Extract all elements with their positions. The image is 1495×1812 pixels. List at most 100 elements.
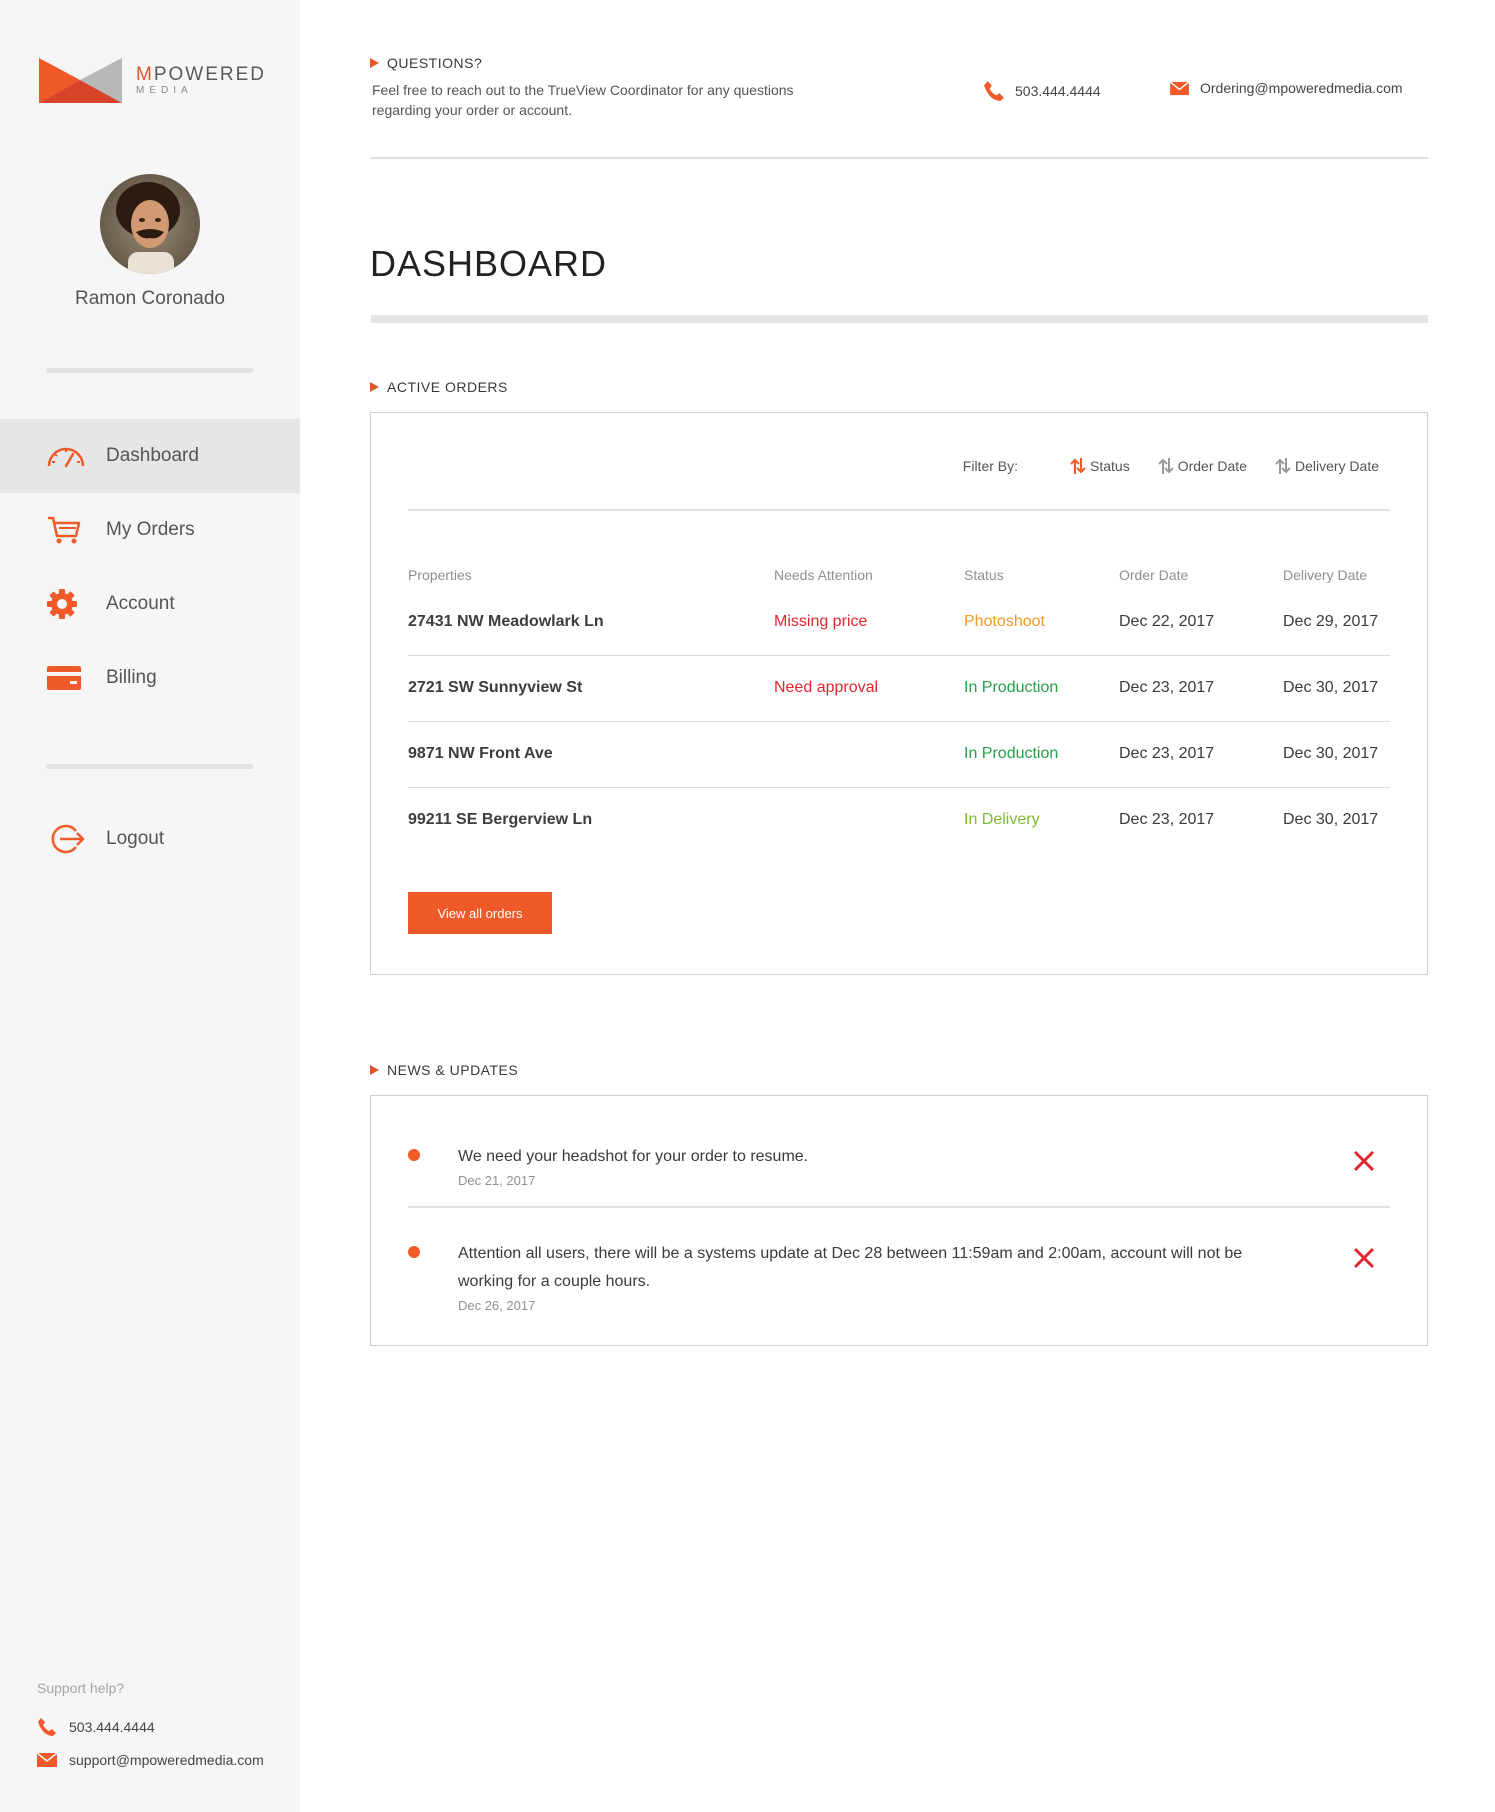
speedometer-icon — [46, 440, 86, 472]
news-text: Attention all users, there will be a sys… — [458, 1245, 1243, 1290]
cell-needs-attention[interactable]: Missing price — [774, 589, 964, 656]
page-title: DASHBOARD — [370, 243, 608, 284]
sidebar-item-label: My Orders — [106, 519, 195, 540]
filter-delivery-date[interactable]: Delivery Date — [1275, 457, 1379, 475]
table-row[interactable]: 99211 SE Bergerview Ln In Delivery Dec 2… — [408, 787, 1390, 853]
title-underline — [371, 315, 1428, 323]
view-all-orders-button[interactable]: View all orders — [408, 892, 552, 934]
triangle-bullet-icon — [370, 1065, 379, 1075]
filter-order-date[interactable]: Order Date — [1158, 457, 1247, 475]
sidebar-item-dashboard[interactable]: Dashboard — [0, 419, 300, 493]
sidebar: MPOWERED MEDIA Ramon Coronado Dashboard … — [0, 0, 300, 1812]
cell-delivery-date: Dec 29, 2017 — [1283, 589, 1390, 656]
filter-divider — [408, 509, 1390, 511]
table-row[interactable]: 9871 NW Front Ave In Production Dec 23, … — [408, 721, 1390, 788]
cell-order-date: Dec 22, 2017 — [1119, 589, 1283, 656]
cell-order-date: Dec 23, 2017 — [1119, 721, 1283, 788]
column-header-delivery-date[interactable]: Delivery Date — [1283, 553, 1390, 589]
sidebar-item-label: Billing — [106, 667, 157, 688]
cell-property[interactable]: 2721 SW Sunnyview St — [408, 655, 774, 722]
cart-icon — [46, 514, 86, 546]
news-card: We need your headshot for your order to … — [370, 1095, 1428, 1346]
table-row[interactable]: 2721 SW Sunnyview St Need approval In Pr… — [408, 655, 1390, 722]
cell-order-date: Dec 23, 2017 — [1119, 655, 1283, 722]
avatar[interactable] — [100, 174, 200, 274]
cell-status: Photoshoot — [964, 589, 1119, 656]
phone-icon — [983, 80, 1005, 102]
triangle-bullet-icon — [370, 58, 379, 68]
cell-needs-attention — [774, 721, 964, 788]
envelope-icon — [37, 1752, 59, 1768]
mpowered-logo-icon — [39, 58, 122, 103]
sort-icon — [1070, 457, 1086, 475]
sort-icon — [1158, 457, 1174, 475]
credit-card-icon — [46, 662, 86, 694]
logout-button[interactable]: Logout — [0, 802, 300, 876]
cell-order-date: Dec 23, 2017 — [1119, 811, 1215, 829]
user-name: Ramon Coronado — [75, 288, 225, 309]
cell-property[interactable]: 9871 NW Front Ave — [408, 721, 774, 788]
logout-label: Logout — [106, 828, 165, 849]
questions-text: Feel free to reach out to the TrueView C… — [372, 82, 794, 118]
contact-email-text: Ordering@mpoweredmedia.com — [1200, 80, 1403, 96]
sidebar-item-label: Dashboard — [106, 445, 199, 466]
sidebar-divider — [46, 764, 253, 769]
sidebar-item-my-orders[interactable]: My Orders — [0, 493, 300, 567]
column-header-status[interactable]: Status — [964, 553, 1119, 589]
news-text: We need your headshot for your order to … — [458, 1148, 809, 1165]
brand-name: MPOWERED — [136, 63, 267, 85]
column-header-properties[interactable]: Properties — [408, 553, 774, 589]
contact-phone[interactable]: 503.444.4444 — [983, 80, 1101, 102]
table-header-row: Properties Needs Attention Status Order … — [408, 553, 1390, 589]
news-date: Dec 21, 2017 — [458, 1173, 536, 1188]
cell-needs-attention[interactable]: Need approval — [774, 655, 964, 722]
envelope-icon — [1169, 80, 1190, 96]
unread-dot-icon — [408, 1246, 420, 1258]
support-email-text: support@mpoweredmedia.com — [69, 1752, 264, 1768]
support-phone-text: 503.444.4444 — [69, 1719, 155, 1735]
sidebar-divider — [46, 368, 253, 373]
contact-phone-text: 503.444.4444 — [1015, 83, 1101, 99]
sidebar-nav: Dashboard My Orders Account Billing — [0, 419, 300, 715]
cell-needs-attention — [774, 787, 964, 853]
gear-icon — [46, 588, 86, 620]
active-orders-card: Filter By: Status Order Date Delivery Da… — [370, 412, 1428, 975]
phone-icon — [37, 1717, 59, 1737]
cell-delivery-date: Dec 30, 2017 — [1283, 721, 1390, 788]
support-phone[interactable]: 503.444.4444 — [37, 1717, 155, 1737]
news-date: Dec 26, 2017 — [458, 1298, 536, 1313]
cell-status: In Production — [964, 655, 1119, 722]
brand-logo[interactable]: MPOWERED MEDIA — [39, 58, 266, 103]
support-email[interactable]: support@mpoweredmedia.com — [37, 1752, 264, 1768]
news-heading: NEWS & UPDATES — [370, 1062, 518, 1078]
support-title: Support help? — [37, 1680, 125, 1696]
sidebar-item-account[interactable]: Account — [0, 567, 300, 641]
orders-table: Properties Needs Attention Status Order … — [408, 553, 1390, 853]
filter-bar: Filter By: Status Order Date Delivery Da… — [963, 457, 1379, 475]
unread-dot-icon — [408, 1149, 420, 1161]
sidebar-item-label: Account — [106, 593, 175, 614]
cell-status: In Production — [964, 721, 1119, 788]
triangle-bullet-icon — [370, 382, 379, 392]
column-header-order-date[interactable]: Order Date — [1119, 553, 1283, 589]
cell-property[interactable]: 99211 SE Bergerview Ln — [408, 787, 774, 853]
close-icon[interactable] — [1350, 1244, 1378, 1272]
cell-status: In Delivery — [964, 811, 1040, 829]
column-header-needs-attention[interactable]: Needs Attention — [774, 553, 964, 589]
sidebar-item-billing[interactable]: Billing — [0, 641, 300, 715]
news-divider — [408, 1206, 1390, 1208]
header-divider — [371, 157, 1428, 159]
brand-subtitle: MEDIA — [136, 84, 193, 96]
active-orders-heading: ACTIVE ORDERS — [370, 379, 508, 395]
cell-delivery-date: Dec 30, 2017 — [1283, 655, 1390, 722]
cell-delivery-date: Dec 30, 2017 — [1283, 811, 1379, 829]
sort-icon — [1275, 457, 1291, 475]
news-item: We need your headshot for your order to … — [408, 1143, 1390, 1203]
close-icon[interactable] — [1350, 1147, 1378, 1175]
filter-label: Filter By: — [962, 458, 1019, 474]
table-row[interactable]: 27431 NW Meadowlark Ln Missing price Pho… — [408, 589, 1390, 656]
filter-status[interactable]: Status — [1070, 457, 1130, 475]
contact-email[interactable]: Ordering@mpoweredmedia.com — [1169, 80, 1403, 96]
news-item: Attention all users, there will be a sys… — [408, 1240, 1390, 1330]
cell-property[interactable]: 27431 NW Meadowlark Ln — [408, 589, 774, 656]
